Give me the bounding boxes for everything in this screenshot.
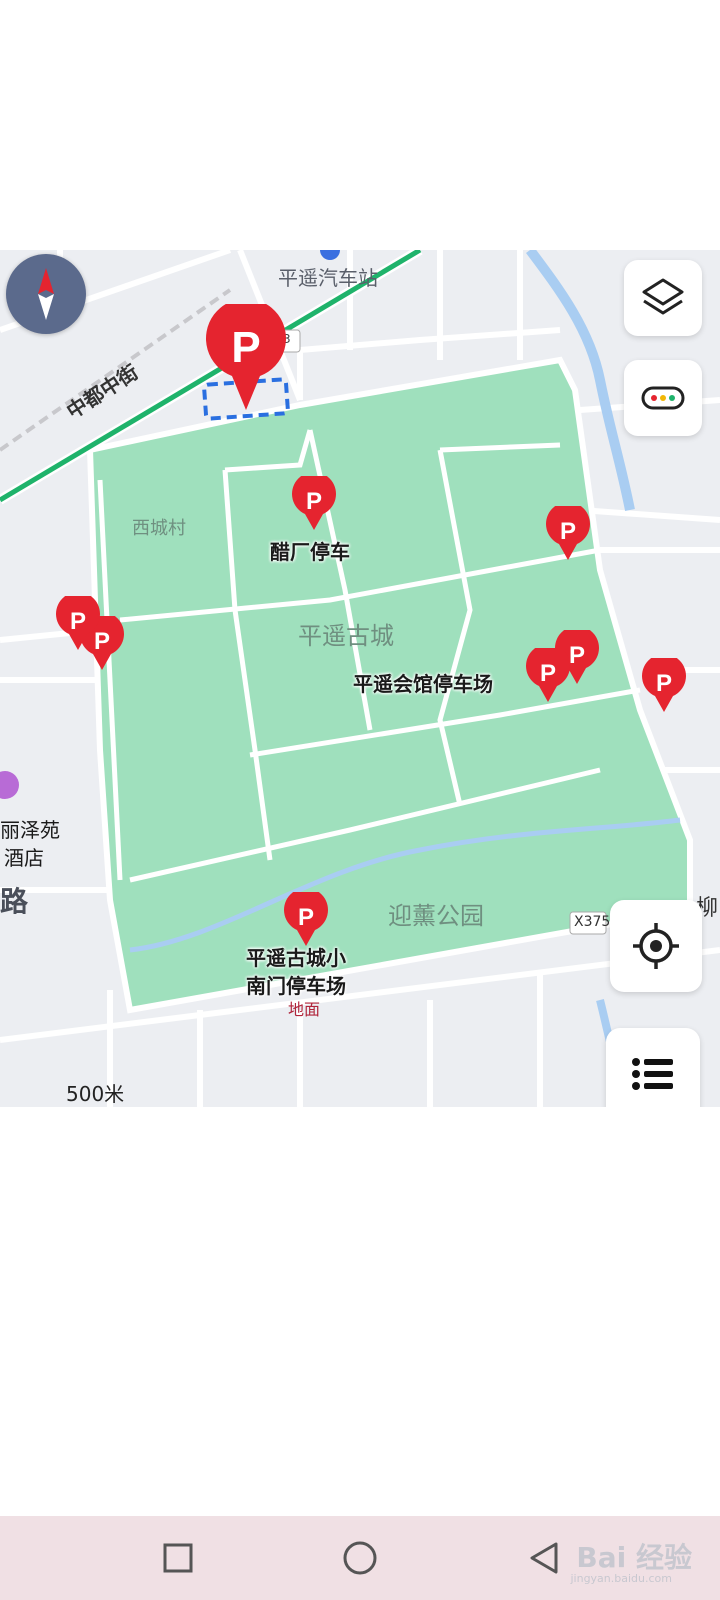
parking-pin-large[interactable]: P <box>204 298 288 416</box>
map-view[interactable]: 平遥汽车站 中都中街 3 西城村 平遥古城 迎薰公园 丽泽苑 酒店 路 X375… <box>0 250 720 1107</box>
park-label[interactable]: 迎薰公园 <box>388 896 484 931</box>
village-label: 西城村 <box>132 518 186 539</box>
parking-pin-south-gate[interactable]: P <box>282 887 330 952</box>
watermark-logo: Bai 经验 <box>576 1541 692 1574</box>
locate-button[interactable] <box>610 900 702 992</box>
pin-letter: P <box>656 670 672 697</box>
parking-pin-icon: P <box>292 471 336 530</box>
recent-apps-button[interactable] <box>162 1542 194 1574</box>
parking-pin-west-b[interactable]: P <box>54 591 102 656</box>
road-shield-x375: X375 <box>574 914 611 930</box>
layers-button[interactable] <box>624 260 702 336</box>
locate-icon <box>633 923 679 969</box>
parking-label-south-gate-line2[interactable]: 南门停车场 <box>246 970 346 999</box>
parking-sublabel-south-gate: 地面 <box>288 1000 321 1019</box>
layers-icon <box>642 278 684 315</box>
pin-letter: P <box>231 323 260 372</box>
list-icon <box>632 1058 673 1090</box>
scale-label: 500米 <box>66 1082 125 1106</box>
pin-letter: P <box>298 904 314 931</box>
watermark-url: jingyan.baidu.com <box>570 1572 672 1585</box>
compass-button[interactable] <box>6 254 86 334</box>
hotel-label-line1[interactable]: 丽泽苑 <box>0 814 60 843</box>
hotel-label-line2[interactable]: 酒店 <box>4 842 44 871</box>
pin-letter: P <box>540 660 556 687</box>
parking-pin-northeast[interactable]: P <box>544 501 592 566</box>
pin-letter: P <box>306 488 322 515</box>
compass-icon <box>38 268 54 320</box>
home-button[interactable] <box>342 1540 378 1576</box>
parking-pin-icon: P <box>284 887 328 946</box>
pin-letter: P <box>560 518 576 545</box>
parking-pin-icon: P <box>642 653 686 712</box>
parking-label-guild[interactable]: 平遥会馆停车场 <box>353 668 493 697</box>
list-button[interactable] <box>606 1028 700 1107</box>
square-icon <box>163 1543 193 1573</box>
parking-pin-guild-a[interactable]: P <box>524 643 572 708</box>
parking-label-vinegar[interactable]: 醋厂停车 <box>270 536 350 565</box>
parking-pin-icon: P <box>56 591 100 650</box>
parking-pin-icon: P <box>546 501 590 560</box>
pin-letter: P <box>70 608 86 635</box>
road-label-left: 路 <box>0 885 29 918</box>
parking-pin-icon: P <box>206 298 286 410</box>
parking-pin-vinegar[interactable]: P <box>290 471 338 536</box>
parking-pin-icon: P <box>526 643 570 702</box>
back-button[interactable] <box>526 1540 562 1576</box>
parking-pin-east[interactable]: P <box>640 653 688 718</box>
station-label[interactable]: 平遥汽车站 <box>278 262 378 291</box>
traffic-icon <box>641 386 685 410</box>
circle-icon <box>343 1541 377 1575</box>
triangle-back-icon <box>530 1542 558 1574</box>
traffic-button[interactable] <box>624 360 702 436</box>
city-label[interactable]: 平遥古城 <box>298 616 394 651</box>
